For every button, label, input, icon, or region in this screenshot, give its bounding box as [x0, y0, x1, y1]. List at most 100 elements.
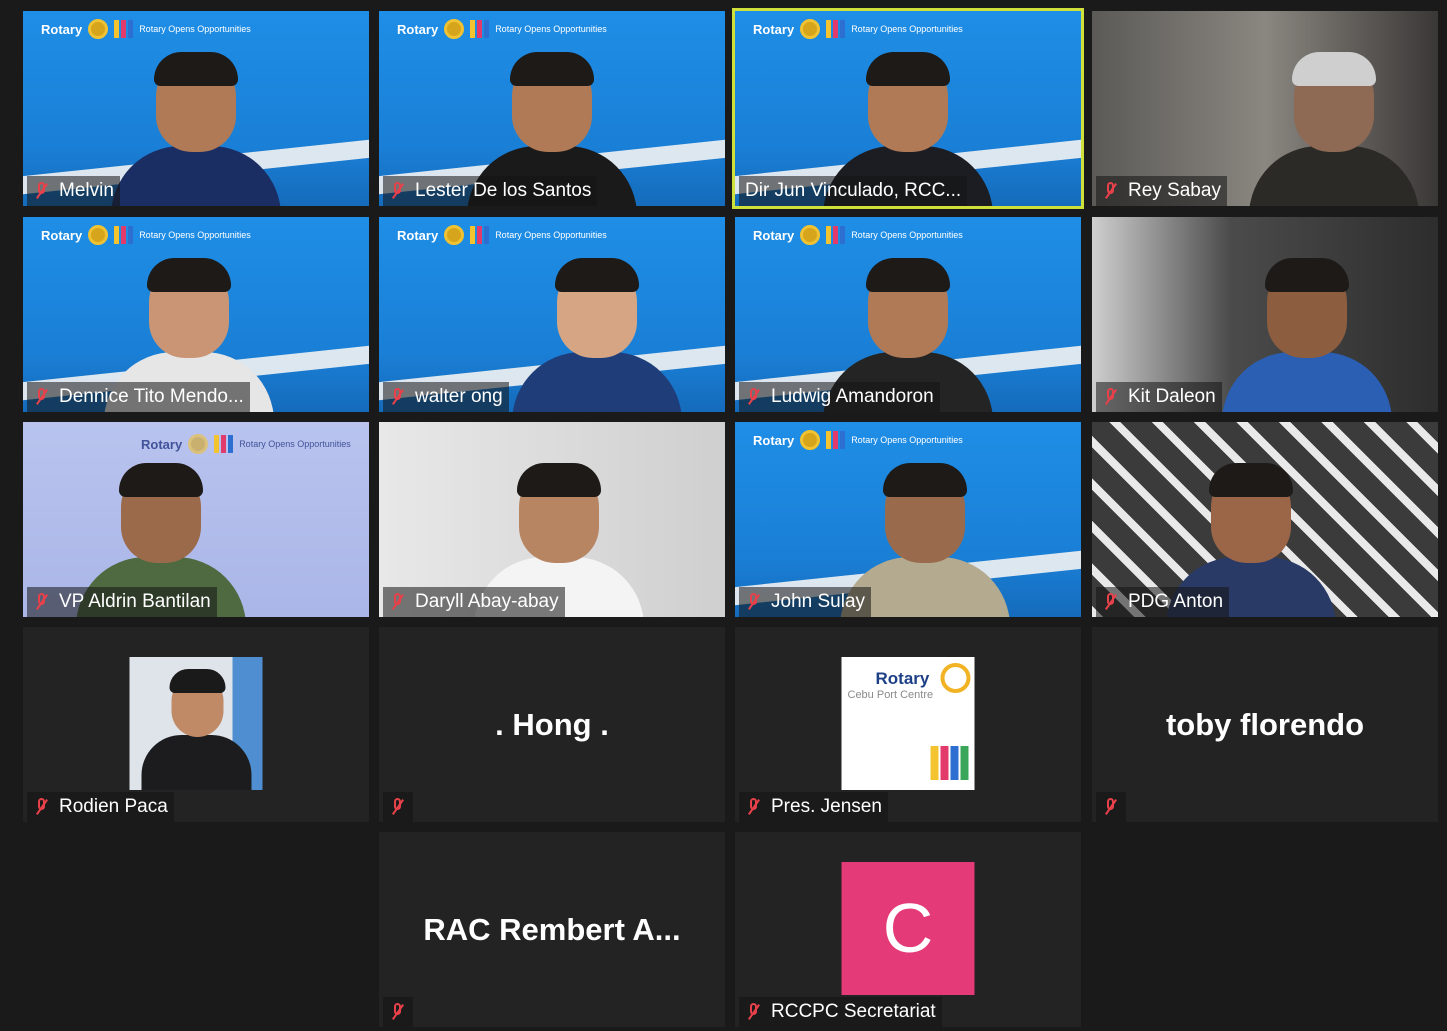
participant-display-name: RAC Rembert A...	[423, 911, 681, 947]
rotary-tagline: Rotary Opens Opportunities	[239, 439, 351, 449]
participant-name: Kit Daleon	[1128, 386, 1216, 407]
participant-tile-rodien-paca[interactable]: Rodien Paca	[23, 627, 369, 822]
participant-name-tag: Rey Sabay	[1096, 176, 1227, 206]
rotary-logo-text: Rotary	[397, 21, 439, 37]
rotary-logo: Rotary Rotary Opens Opportunities	[753, 430, 963, 450]
rotary-wheel-icon	[444, 19, 465, 39]
rotary-tagline: Rotary Opens Opportunities	[851, 435, 963, 445]
rotary-wheel-icon	[88, 225, 109, 245]
participant-name-tag: Kit Daleon	[1096, 382, 1222, 412]
participant-video	[1249, 52, 1420, 206]
rotary-bars-icon	[214, 435, 234, 453]
participant-name-tag	[383, 792, 413, 822]
mic-muted-icon	[745, 387, 763, 407]
mic-muted-icon	[1102, 387, 1120, 407]
mic-muted-icon	[745, 797, 763, 817]
participant-tile-dennice[interactable]: Rotary Rotary Opens Opportunities Dennic…	[23, 217, 369, 412]
mic-muted-icon	[389, 797, 407, 817]
participant-name-tag: walter ong	[383, 382, 509, 412]
rotary-logo-text: Rotary	[875, 669, 930, 688]
participant-display-name: . Hong .	[495, 706, 609, 742]
participant-name-tag: Dir Jun Vinculado, RCC...	[739, 176, 968, 206]
participant-video	[1221, 258, 1392, 412]
rotary-logo-text: Rotary	[753, 21, 795, 37]
participant-tile-pres-jensen[interactable]: Rotary Cebu Port Centre Pres. Jensen	[735, 627, 1081, 822]
participant-name-tag: PDG Anton	[1096, 587, 1230, 617]
rotary-tagline: Rotary Opens Opportunities	[495, 24, 607, 34]
rotary-bars-icon	[826, 20, 846, 38]
mic-muted-icon	[33, 797, 51, 817]
mic-muted-icon	[389, 387, 407, 407]
participant-name-tag: Rodien Paca	[27, 792, 174, 822]
letter-avatar: C	[841, 862, 975, 995]
participant-tile-ludwig[interactable]: Rotary Rotary Opens Opportunities Ludwig…	[735, 217, 1081, 412]
participant-name: Pres. Jensen	[771, 796, 882, 817]
participant-tile-lester[interactable]: Rotary Rotary Opens Opportunities Lester…	[379, 11, 725, 206]
rotary-tagline: Rotary Opens Opportunities	[139, 24, 251, 34]
profile-photo	[129, 657, 263, 790]
participant-video	[511, 258, 682, 412]
rotary-logo-avatar: Rotary Cebu Port Centre	[841, 657, 975, 790]
rotary-logo: Rotary Rotary Opens Opportunities	[753, 225, 963, 245]
participant-tile-rey-sabay[interactable]: Rey Sabay	[1092, 11, 1438, 206]
rotary-bars-icon	[826, 431, 846, 449]
rotary-wheel-icon	[800, 19, 821, 39]
rotary-logo-text: Rotary	[141, 436, 183, 452]
participant-name-tag: Melvin	[27, 176, 120, 206]
participant-name: Rodien Paca	[59, 796, 168, 817]
participant-name: Dennice Tito Mendo...	[59, 386, 244, 407]
mic-muted-icon	[1102, 797, 1120, 817]
rotary-bars-icon	[470, 20, 490, 38]
rotary-wheel-icon	[188, 434, 209, 454]
rotary-tagline: Rotary Opens Opportunities	[851, 24, 963, 34]
rotary-logo-subtitle: Cebu Port Centre	[847, 689, 934, 701]
participant-display-name: toby florendo	[1165, 706, 1365, 742]
rotary-wheel-icon	[88, 19, 109, 39]
mic-muted-icon	[389, 1002, 407, 1022]
rotary-tagline: Rotary Opens Opportunities	[495, 230, 607, 240]
rotary-logo: Rotary Rotary Opens Opportunities	[41, 19, 251, 39]
mic-muted-icon	[1102, 592, 1120, 612]
rotary-wheel-icon	[800, 430, 821, 450]
participant-tile-toby-florendo[interactable]: toby florendo	[1092, 627, 1438, 822]
participant-tile-daryll[interactable]: Daryll Abay-abay	[379, 422, 725, 617]
rotary-logo: Rotary Rotary Opens Opportunities	[397, 19, 607, 39]
participant-name: Dir Jun Vinculado, RCC...	[745, 180, 962, 201]
participant-name: Ludwig Amandoron	[771, 386, 934, 407]
participant-tile-walter-ong[interactable]: Rotary Rotary Opens Opportunities walter…	[379, 217, 725, 412]
participant-tile-kit-daleon[interactable]: Kit Daleon	[1092, 217, 1438, 412]
mic-muted-icon	[745, 592, 763, 612]
participant-name: RCCPC Secretariat	[771, 1001, 936, 1022]
participant-tile-john-sulay[interactable]: Rotary Rotary Opens Opportunities John S…	[735, 422, 1081, 617]
participant-name: Rey Sabay	[1128, 180, 1221, 201]
mic-muted-icon	[745, 1002, 763, 1022]
rotary-wheel-icon	[940, 663, 971, 693]
participant-tile-rccpc-secretariat[interactable]: C RCCPC Secretariat	[735, 832, 1081, 1027]
participant-name-tag	[1096, 792, 1126, 822]
participant-name-tag: Pres. Jensen	[739, 792, 888, 822]
rotary-bars-icon	[930, 746, 969, 780]
participant-name: VP Aldrin Bantilan	[59, 591, 211, 612]
participant-tile-vp-aldrin[interactable]: Rotary Rotary Opens Opportunities VP Ald…	[23, 422, 369, 617]
participant-name-tag	[383, 997, 413, 1027]
participant-tile-dir-jun-vinculado[interactable]: Rotary Rotary Opens Opportunities Dir Ju…	[732, 8, 1084, 209]
participant-tile-rac-rembert[interactable]: RAC Rembert A...	[379, 832, 725, 1027]
participant-name: walter ong	[415, 386, 503, 407]
mic-muted-icon	[33, 592, 51, 612]
rotary-logo-text: Rotary	[753, 227, 795, 243]
participant-name: PDG Anton	[1128, 591, 1224, 612]
rotary-logo: Rotary Rotary Opens Opportunities	[41, 225, 251, 245]
participant-name: Lester De los Santos	[415, 180, 592, 201]
participant-tile-hong[interactable]: . Hong .	[379, 627, 725, 822]
rotary-bars-icon	[114, 226, 134, 244]
participant-name: Melvin	[59, 180, 114, 201]
rotary-logo: Rotary Rotary Opens Opportunities	[397, 225, 607, 245]
rotary-logo: Rotary Rotary Opens Opportunities	[141, 434, 351, 454]
participant-name-tag: John Sulay	[739, 587, 872, 617]
mic-muted-icon	[389, 592, 407, 612]
participant-name: John Sulay	[771, 591, 866, 612]
participant-tile-melvin[interactable]: Rotary Rotary Opens Opportunities Melvin	[23, 11, 369, 206]
rotary-bars-icon	[826, 226, 846, 244]
participant-tile-pdg-anton[interactable]: PDG Anton	[1092, 422, 1438, 617]
participant-name-tag: Ludwig Amandoron	[739, 382, 940, 412]
